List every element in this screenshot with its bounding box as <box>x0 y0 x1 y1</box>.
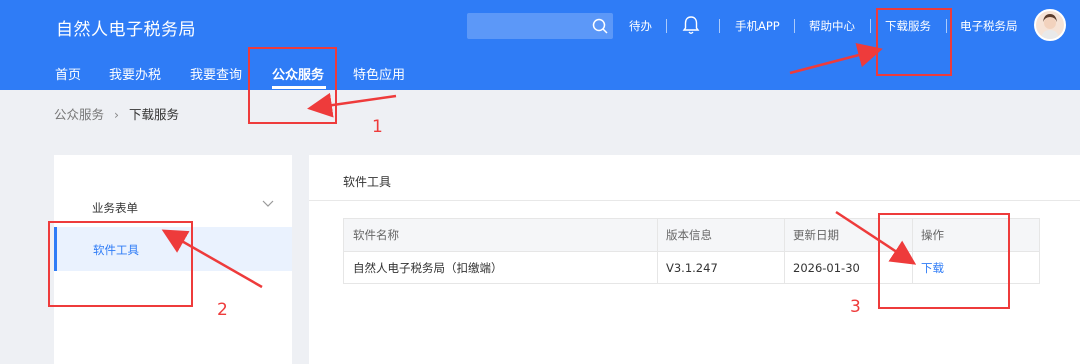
todo-link[interactable]: 待办 <box>629 18 652 34</box>
column-header-version: 版本信息 <box>666 228 712 242</box>
nav-special-apps[interactable]: 特色应用 <box>353 64 405 83</box>
divider <box>309 200 1080 201</box>
annotation-box-1 <box>248 47 337 124</box>
annotation-box-3 <box>878 213 1010 309</box>
cell-version: V3.1.247 <box>666 260 718 275</box>
chevron-down-icon[interactable] <box>262 200 274 208</box>
cell-software-name: 自然人电子税务局（扣缴端） <box>353 260 503 275</box>
annotation-box-2 <box>48 221 193 307</box>
breadcrumb-parent[interactable]: 公众服务 <box>54 107 104 122</box>
divider <box>719 19 720 33</box>
bell-icon[interactable] <box>681 14 701 36</box>
mobile-app-link[interactable]: 手机APP <box>735 18 780 34</box>
sidebar-group-forms[interactable]: 业务表单 <box>92 200 138 216</box>
divider <box>666 19 667 33</box>
app-title: 自然人电子税务局 <box>56 20 196 40</box>
annotation-number-2: 2 <box>217 300 228 320</box>
column-header-name: 软件名称 <box>353 228 399 242</box>
e-tax-bureau-link[interactable]: 电子税务局 <box>960 18 1018 34</box>
annotation-number-3: 3 <box>850 297 861 317</box>
help-center-link[interactable]: 帮助中心 <box>809 18 855 34</box>
search-input[interactable] <box>467 13 613 39</box>
search-icon[interactable] <box>591 17 609 35</box>
divider <box>794 19 795 33</box>
panel-title: 软件工具 <box>343 175 392 189</box>
breadcrumb-current: 下载服务 <box>129 107 180 122</box>
divider <box>870 19 871 33</box>
avatar[interactable] <box>1034 9 1066 41</box>
annotation-box-download-service <box>876 8 952 76</box>
breadcrumb: 公众服务 › 下载服务 <box>54 104 179 123</box>
breadcrumb-separator: › <box>114 107 120 122</box>
nav-query[interactable]: 我要查询 <box>190 64 242 83</box>
annotation-number-1: 1 <box>372 117 383 137</box>
nav-home[interactable]: 首页 <box>55 64 81 83</box>
nav-do-tax[interactable]: 我要办税 <box>109 64 161 83</box>
